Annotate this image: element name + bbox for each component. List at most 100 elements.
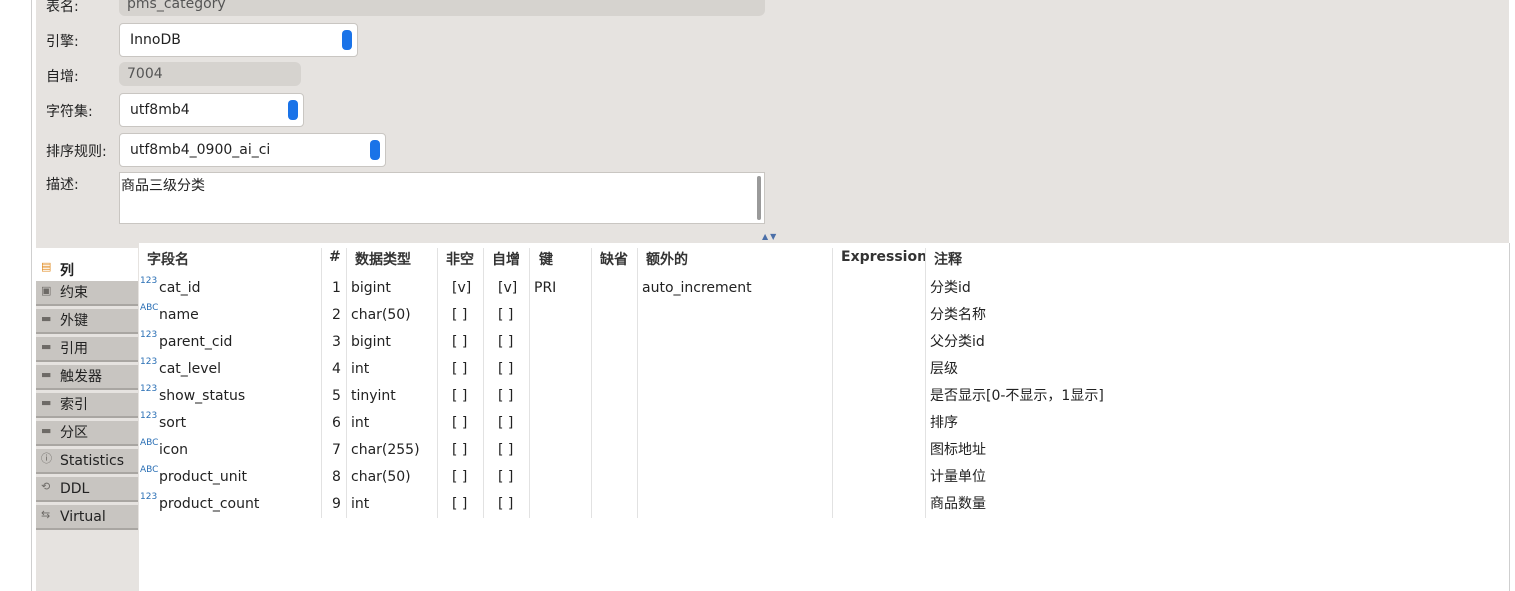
cell-comment[interactable]: 分类名称 bbox=[930, 302, 986, 329]
cell-dtype[interactable]: int bbox=[351, 356, 369, 383]
table-name-field[interactable]: pms_category bbox=[119, 0, 765, 16]
table-row[interactable]: 123 show_status 5 tinyint [ ] [ ] 是否显示[0-不显示，1… bbox=[139, 383, 1509, 410]
cell-num[interactable]: 6 bbox=[332, 410, 341, 437]
cell-num[interactable]: 3 bbox=[332, 329, 341, 356]
header-expression[interactable]: Expression bbox=[841, 249, 927, 265]
cell-key[interactable]: PRI bbox=[534, 275, 556, 302]
dropdown-arrow-icon[interactable] bbox=[342, 30, 352, 50]
cell-dtype[interactable]: char(255) bbox=[351, 437, 420, 464]
tab-8[interactable]: ⟲ DDL bbox=[36, 477, 138, 502]
table-row[interactable]: 123 cat_level 4 int [ ] [ ] 层级 bbox=[139, 356, 1509, 383]
cell-dtype[interactable]: bigint bbox=[351, 329, 391, 356]
cell-notnull[interactable]: [ ] bbox=[452, 491, 467, 518]
cell-notnull[interactable]: [ ] bbox=[452, 383, 467, 410]
cell-field-name[interactable]: icon bbox=[159, 437, 188, 464]
cell-autoinc[interactable]: [ ] bbox=[498, 464, 513, 491]
cell-notnull[interactable]: [ ] bbox=[452, 410, 467, 437]
cell-autoinc[interactable]: [ ] bbox=[498, 356, 513, 383]
cell-field-name[interactable]: sort bbox=[159, 410, 186, 437]
engine-select[interactable]: InnoDB bbox=[119, 23, 358, 57]
dropdown-arrow-icon[interactable] bbox=[288, 100, 298, 120]
cell-dtype[interactable]: char(50) bbox=[351, 302, 411, 329]
table-row[interactable]: 123 product_count 9 int [ ] [ ] 商品数量 bbox=[139, 491, 1509, 518]
cell-num[interactable]: 8 bbox=[332, 464, 341, 491]
tab-label: 外键 bbox=[60, 313, 88, 329]
cell-dtype[interactable]: char(50) bbox=[351, 464, 411, 491]
cell-comment[interactable]: 排序 bbox=[930, 410, 958, 437]
cell-autoinc[interactable]: [ ] bbox=[498, 302, 513, 329]
cell-notnull[interactable]: [ ] bbox=[452, 464, 467, 491]
cell-num[interactable]: 7 bbox=[332, 437, 341, 464]
auto-increment-field[interactable]: 7004 bbox=[119, 62, 301, 86]
cell-num[interactable]: 9 bbox=[332, 491, 341, 518]
header-key[interactable]: 键 bbox=[539, 249, 553, 269]
cell-autoinc[interactable]: [ ] bbox=[498, 383, 513, 410]
vertical-scrollbar[interactable] bbox=[757, 176, 761, 220]
table-row[interactable]: ABC name 2 char(50) [ ] [ ] 分类名称 bbox=[139, 302, 1509, 329]
header-not-null[interactable]: 非空 bbox=[446, 249, 474, 269]
cell-comment[interactable]: 层级 bbox=[930, 356, 958, 383]
cell-dtype[interactable]: tinyint bbox=[351, 383, 396, 410]
header-data-type[interactable]: 数据类型 bbox=[355, 249, 411, 269]
cell-field-name[interactable]: product_unit bbox=[159, 464, 247, 491]
cell-dtype[interactable]: int bbox=[351, 410, 369, 437]
cell-extra[interactable]: auto_increment bbox=[642, 275, 752, 302]
cell-field-name[interactable]: product_count bbox=[159, 491, 259, 518]
tab-3[interactable]: ▬ 引用 bbox=[36, 337, 138, 362]
cell-notnull[interactable]: [ ] bbox=[452, 302, 467, 329]
table-row[interactable]: 123 cat_id 1 bigint [v] [v] PRI auto_increment 分… bbox=[139, 275, 1509, 302]
cell-comment[interactable]: 分类id bbox=[930, 275, 971, 302]
cell-num[interactable]: 4 bbox=[332, 356, 341, 383]
cell-comment[interactable]: 是否显示[0-不显示，1显示] bbox=[930, 383, 1104, 410]
charset-label: 字符集: bbox=[46, 104, 93, 120]
tab-4[interactable]: ▬ 触发器 bbox=[36, 365, 138, 390]
cell-field-name[interactable]: cat_level bbox=[159, 356, 221, 383]
cell-notnull[interactable]: [v] bbox=[452, 275, 471, 302]
cell-dtype[interactable]: bigint bbox=[351, 275, 391, 302]
cell-notnull[interactable]: [ ] bbox=[452, 437, 467, 464]
dropdown-arrow-icon[interactable] bbox=[370, 140, 380, 160]
splitter-handle-icon[interactable]: ▲▼ bbox=[762, 232, 778, 241]
cell-autoinc[interactable]: [ ] bbox=[498, 437, 513, 464]
tab-9[interactable]: ⇆ Virtual bbox=[36, 505, 138, 530]
cell-autoinc[interactable]: [ ] bbox=[498, 329, 513, 356]
header-num[interactable]: # bbox=[329, 249, 341, 265]
tab-6[interactable]: ▬ 分区 bbox=[36, 421, 138, 446]
header-comment[interactable]: 注释 bbox=[934, 249, 962, 269]
header-auto-increment[interactable]: 自增 bbox=[492, 249, 520, 269]
table-row[interactable]: ABC product_unit 8 char(50) [ ] [ ] 计量单位 bbox=[139, 464, 1509, 491]
cell-num[interactable]: 2 bbox=[332, 302, 341, 329]
cell-comment[interactable]: 商品数量 bbox=[930, 491, 986, 518]
header-default[interactable]: 缺省 bbox=[600, 249, 628, 269]
cell-field-name[interactable]: show_status bbox=[159, 383, 245, 410]
tab-5[interactable]: ▬ 索引 bbox=[36, 393, 138, 418]
numeric-type-icon: 123 bbox=[140, 276, 158, 286]
cell-dtype[interactable]: int bbox=[351, 491, 369, 518]
cell-comment[interactable]: 父分类id bbox=[930, 329, 985, 356]
header-field-name[interactable]: 字段名 bbox=[147, 249, 189, 269]
cell-num[interactable]: 5 bbox=[332, 383, 341, 410]
table-row[interactable]: ABC icon 7 char(255) [ ] [ ] 图标地址 bbox=[139, 437, 1509, 464]
table-row[interactable]: 123 sort 6 int [ ] [ ] 排序 bbox=[139, 410, 1509, 437]
cell-autoinc[interactable]: [v] bbox=[498, 275, 517, 302]
cell-field-name[interactable]: parent_cid bbox=[159, 329, 232, 356]
cell-field-name[interactable]: cat_id bbox=[159, 275, 201, 302]
cell-num[interactable]: 1 bbox=[332, 275, 341, 302]
tab-2[interactable]: ▬ 外键 bbox=[36, 309, 138, 334]
description-textarea[interactable]: 商品三级分类 bbox=[119, 172, 765, 224]
header-extra[interactable]: 额外的 bbox=[646, 249, 688, 269]
cell-autoinc[interactable]: [ ] bbox=[498, 410, 513, 437]
charset-select[interactable]: utf8mb4 bbox=[119, 93, 304, 127]
table-row[interactable]: 123 parent_cid 3 bigint [ ] [ ] 父分类id bbox=[139, 329, 1509, 356]
collation-select[interactable]: utf8mb4_0900_ai_ci bbox=[119, 133, 386, 167]
cell-comment[interactable]: 图标地址 bbox=[930, 437, 986, 464]
cell-field-name[interactable]: name bbox=[159, 302, 199, 329]
tab-7[interactable]: ⓘ Statistics bbox=[36, 449, 138, 474]
cell-comment[interactable]: 计量单位 bbox=[930, 464, 986, 491]
cell-notnull[interactable]: [ ] bbox=[452, 356, 467, 383]
tab-1[interactable]: ▣ 约束 bbox=[36, 281, 138, 306]
cell-autoinc[interactable]: [ ] bbox=[498, 491, 513, 518]
info-icon: ⓘ bbox=[41, 452, 52, 465]
cell-notnull[interactable]: [ ] bbox=[452, 329, 467, 356]
numeric-type-icon: 123 bbox=[140, 330, 158, 340]
